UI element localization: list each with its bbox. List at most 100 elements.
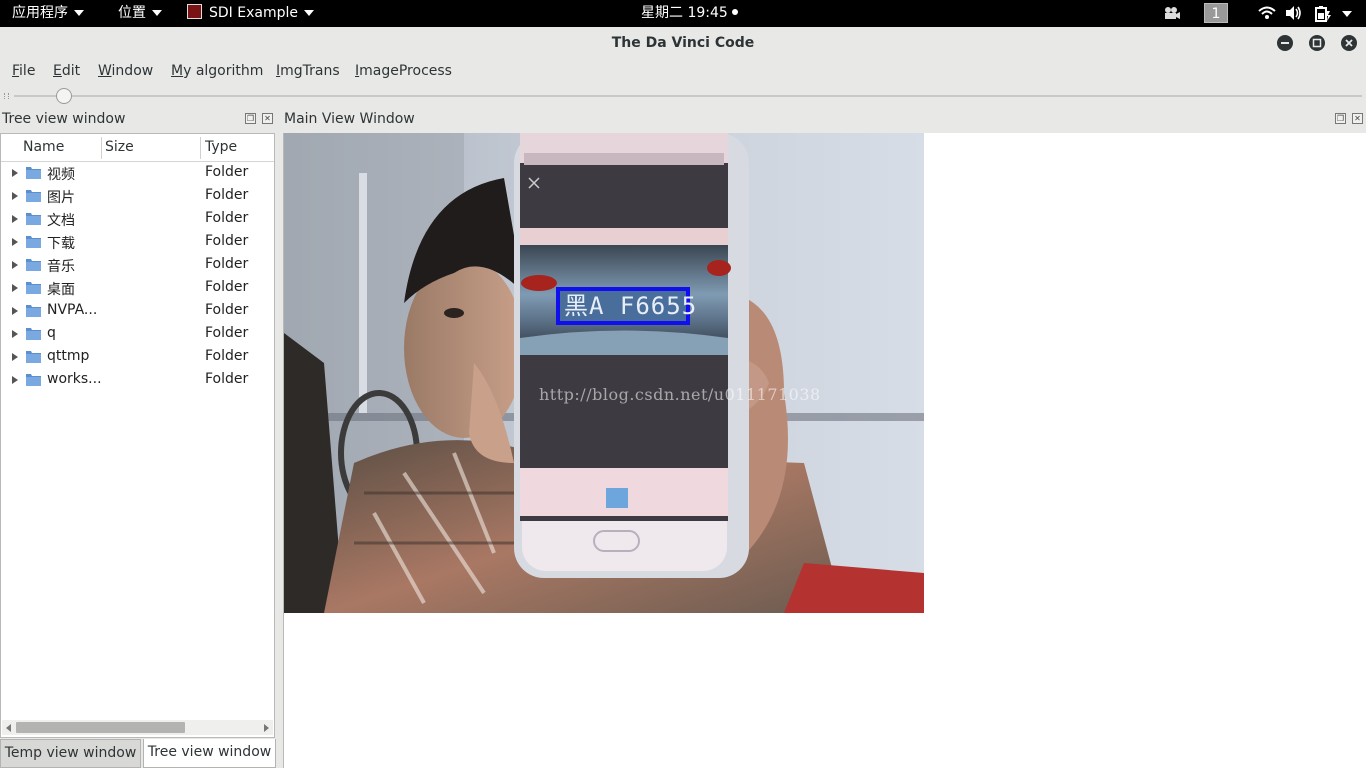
expand-arrow-icon[interactable] xyxy=(12,238,18,246)
expand-arrow-icon[interactable] xyxy=(12,284,18,292)
toolbar xyxy=(0,86,1366,106)
menu-file-mnemonic: F xyxy=(12,63,20,79)
row-type: Folder xyxy=(205,164,249,180)
system-menu-chevron-icon[interactable] xyxy=(1342,11,1352,17)
notification-dot-icon xyxy=(731,9,738,15)
tab-tree-view-window[interactable]: Tree view window xyxy=(143,739,276,768)
tree-row[interactable]: q Folder xyxy=(1,323,274,346)
maximize-icon xyxy=(1312,38,1322,48)
window-title: The Da Vinci Code xyxy=(611,35,755,51)
clock[interactable]: 星期二 19:45 xyxy=(641,0,738,27)
battery-icon[interactable] xyxy=(1314,5,1332,23)
expand-arrow-icon[interactable] xyxy=(12,192,18,200)
column-header-type[interactable]: Type xyxy=(205,134,237,161)
folder-icon xyxy=(26,327,41,344)
folder-icon xyxy=(26,166,41,183)
menu-file-label: ile xyxy=(19,63,36,79)
horizontal-scrollbar[interactable] xyxy=(2,720,273,735)
menu-window-mnemonic: W xyxy=(98,63,112,79)
clock-label: 星期二 19:45 xyxy=(641,5,728,21)
menu-imageprocess-label: mageProcess xyxy=(359,63,452,79)
tree-row[interactable]: 文档 Folder xyxy=(1,208,274,231)
chevron-down-icon xyxy=(74,10,84,16)
close-icon: ✕ xyxy=(1354,114,1361,123)
folder-icon xyxy=(26,235,41,252)
close-button[interactable] xyxy=(1341,35,1357,51)
tree-row[interactable]: NVPA... Folder xyxy=(1,300,274,323)
tree-row[interactable]: qttmp Folder xyxy=(1,346,274,369)
scroll-left-icon[interactable] xyxy=(6,724,11,732)
close-icon: ✕ xyxy=(264,114,271,123)
expand-arrow-icon[interactable] xyxy=(12,353,18,361)
tree-row[interactable]: 桌面 Folder xyxy=(1,277,274,300)
tree-view[interactable]: Name Size Type 视频 Folder 图片 Folder 文档 Folder 下… xyxy=(0,133,275,738)
tree-row[interactable]: 下载 Folder xyxy=(1,231,274,254)
expand-arrow-icon[interactable] xyxy=(12,376,18,384)
row-type: Folder xyxy=(205,348,249,364)
column-separator[interactable] xyxy=(200,137,201,159)
row-name: 图片 xyxy=(47,190,75,206)
menu-my-algorithm-label: y algorithm xyxy=(183,63,264,79)
folder-icon xyxy=(26,350,41,367)
row-type: Folder xyxy=(205,256,249,272)
maximize-button[interactable] xyxy=(1309,35,1325,51)
expand-arrow-icon[interactable] xyxy=(12,307,18,315)
column-header-name[interactable]: Name xyxy=(23,134,64,161)
float-icon: ❐ xyxy=(1336,114,1345,123)
tree-row[interactable]: 音乐 Folder xyxy=(1,254,274,277)
expand-arrow-icon[interactable] xyxy=(12,215,18,223)
close-icon xyxy=(1345,39,1353,47)
expand-arrow-icon[interactable] xyxy=(12,261,18,269)
minimize-button[interactable] xyxy=(1277,35,1293,51)
menu-file[interactable]: File xyxy=(12,63,35,79)
main-dock-float-button[interactable]: ❐ xyxy=(1335,113,1346,124)
tree-row[interactable]: 图片 Folder xyxy=(1,185,274,208)
watermark-text: http://blog.csdn.net/u011171038 xyxy=(539,385,821,404)
toolbar-grip-handle[interactable] xyxy=(4,93,9,99)
slider-handle[interactable] xyxy=(56,88,72,104)
row-type: Folder xyxy=(205,325,249,341)
row-type: Folder xyxy=(205,233,249,249)
minimize-icon xyxy=(1281,42,1289,44)
menu-window[interactable]: Window xyxy=(98,63,153,79)
main-dock-close-button[interactable]: ✕ xyxy=(1352,113,1363,124)
scrollbar-thumb[interactable] xyxy=(16,722,185,733)
expand-arrow-icon[interactable] xyxy=(12,169,18,177)
menu-my-algorithm-mnemonic: M xyxy=(171,63,184,79)
tree-row[interactable]: works... Folder xyxy=(1,369,274,392)
tree-dock-float-button[interactable]: ❐ xyxy=(245,113,256,124)
slider-track[interactable] xyxy=(14,95,1362,97)
column-separator[interactable] xyxy=(101,137,102,159)
camera-indicator-icon[interactable] xyxy=(1163,5,1181,21)
tab-temp-view-window[interactable]: Temp view window xyxy=(0,739,141,768)
chevron-down-icon xyxy=(303,10,314,16)
menu-my-algorithm[interactable]: My algorithm xyxy=(171,63,263,79)
menu-edit[interactable]: Edit xyxy=(53,63,80,79)
tree-row[interactable]: 视频 Folder xyxy=(1,162,274,185)
scroll-right-icon[interactable] xyxy=(264,724,269,732)
camera-photo-illustration xyxy=(284,133,924,613)
active-app-menu[interactable]: SDI Example xyxy=(187,0,314,27)
menu-imageprocess[interactable]: ImageProcess xyxy=(355,63,452,79)
menu-edit-label: dit xyxy=(61,63,81,79)
row-name: qttmp xyxy=(47,348,90,364)
expand-arrow-icon[interactable] xyxy=(12,330,18,338)
menu-imgtrans[interactable]: ImgTrans xyxy=(276,63,340,79)
volume-icon[interactable] xyxy=(1285,5,1303,21)
main-view[interactable]: 黑A F6655 http://blog.csdn.net/u011171038 xyxy=(283,133,1366,768)
folder-icon xyxy=(26,212,41,229)
wifi-icon[interactable] xyxy=(1258,5,1276,21)
tree-dock-close-button[interactable]: ✕ xyxy=(262,113,273,124)
applications-menu[interactable]: 应用程序 xyxy=(12,0,84,27)
row-type: Folder xyxy=(205,210,249,226)
workspace-indicator[interactable]: 1 xyxy=(1204,3,1228,23)
tree-dock-title: Tree view window xyxy=(2,111,126,127)
row-name: 视频 xyxy=(47,167,75,183)
window-titlebar[interactable]: The Da Vinci Code xyxy=(0,27,1366,59)
plate-text: 黑A F6655 xyxy=(564,292,698,320)
places-menu-label: 位置 xyxy=(118,5,146,21)
system-top-bar: 应用程序 位置 SDI Example 星期二 19:45 1 xyxy=(0,0,1366,27)
column-header-size[interactable]: Size xyxy=(105,134,134,161)
row-name: NVPA... xyxy=(47,302,98,318)
places-menu[interactable]: 位置 xyxy=(118,0,162,27)
